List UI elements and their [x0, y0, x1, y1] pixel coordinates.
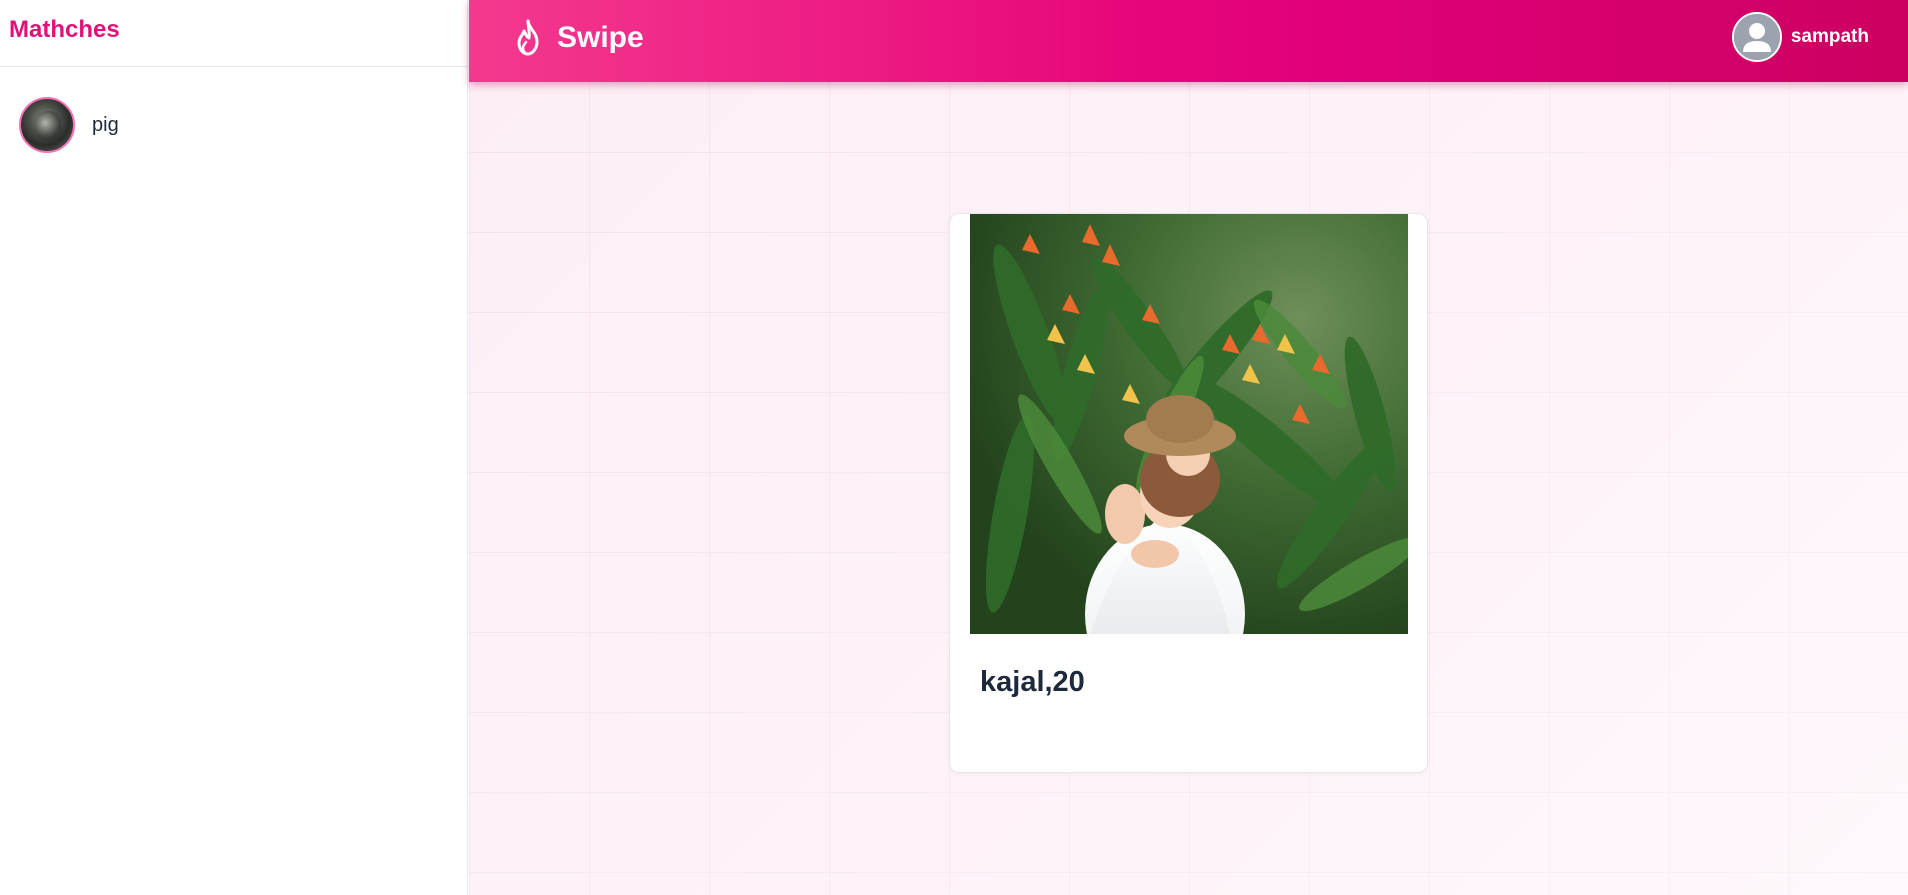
top-bar: Swipe sampath [469, 0, 1908, 82]
match-name: pig [92, 113, 119, 136]
user-name: sampath [1790, 26, 1869, 47]
brand[interactable]: Swipe [511, 18, 644, 58]
flame-icon [517, 19, 539, 56]
sidebar-header: Mathches [0, 0, 467, 67]
profile-card[interactable]: kajal,20 [949, 213, 1428, 773]
match-avatar [19, 97, 75, 153]
match-item[interactable]: pig [0, 67, 467, 153]
brand-name: Swipe [557, 21, 644, 54]
app: Mathches pig kajal,20 Swipe sampath [0, 0, 1908, 895]
sidebar-title: Mathches [9, 16, 120, 43]
main-area: kajal,20 [469, 0, 1908, 895]
profile-photo [970, 214, 1408, 634]
default-user-icon [1731, 12, 1782, 62]
user-menu[interactable]: sampath [1731, 12, 1869, 62]
profile-name-age: kajal,20 [980, 666, 1085, 698]
matches-sidebar: Mathches pig [0, 0, 468, 895]
